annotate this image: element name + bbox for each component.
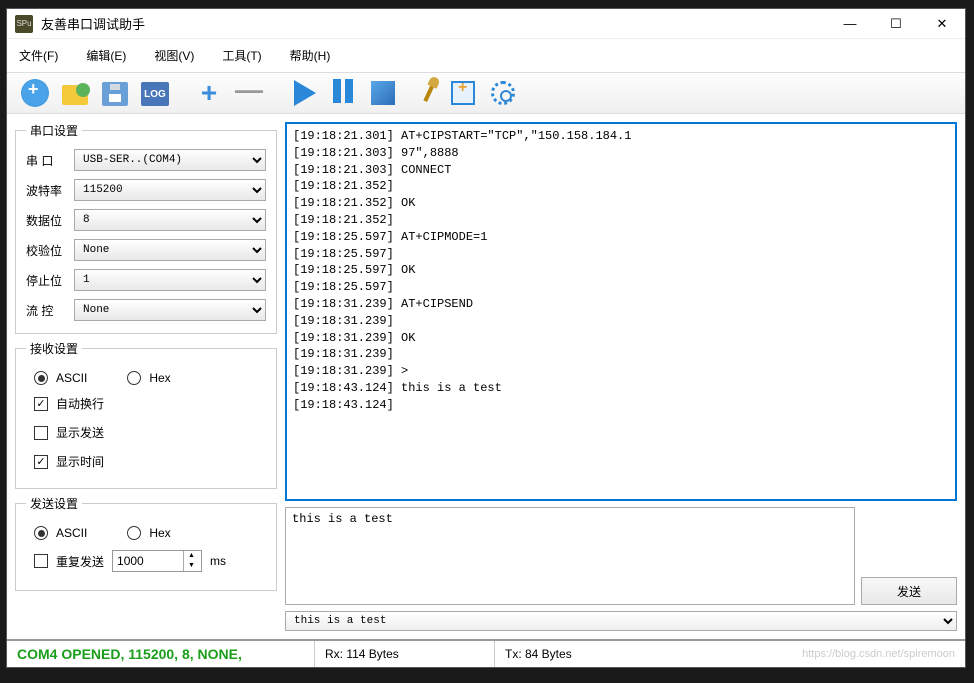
titlebar: SPu 友善串口调试助手 — ☐ ✕ bbox=[7, 9, 965, 39]
autowrap-checkbox[interactable]: 自动换行 bbox=[26, 389, 266, 418]
tb-clear-button[interactable] bbox=[403, 75, 443, 111]
toolbar: LOG + — bbox=[7, 72, 965, 114]
receive-settings-group: 接收设置 ASCII Hex 自动换行 bbox=[15, 340, 277, 489]
check-icon bbox=[34, 455, 48, 469]
content-area: 串口设置 串 口 USB-SER..(COM4) 波特率 115200 数据位 … bbox=[7, 114, 965, 639]
parity-label: 校验位 bbox=[26, 242, 66, 259]
send-button[interactable]: 发送 bbox=[861, 577, 957, 605]
baud-label: 波特率 bbox=[26, 182, 66, 199]
close-button[interactable]: ✕ bbox=[919, 9, 965, 39]
radio-icon bbox=[127, 371, 141, 385]
radio-checked-icon bbox=[34, 526, 48, 540]
menubar: 文件(F) 编辑(E) 视图(V) 工具(T) 帮助(H) bbox=[7, 39, 965, 72]
maximize-button[interactable]: ☐ bbox=[873, 9, 919, 39]
window-title: 友善串口调试助手 bbox=[41, 14, 827, 33]
tb-stop-button[interactable] bbox=[363, 75, 403, 111]
send-legend: 发送设置 bbox=[26, 495, 82, 512]
spin-up-icon[interactable]: ▲ bbox=[183, 551, 199, 561]
send-settings-group: 发送设置 ASCII Hex 重复发送 bbox=[15, 495, 277, 591]
check-icon bbox=[34, 426, 48, 440]
send-history-select[interactable]: this is a test bbox=[285, 611, 957, 631]
recv-hex-label: Hex bbox=[149, 371, 170, 385]
check-icon bbox=[34, 397, 48, 411]
tb-zoomout-button[interactable]: — bbox=[229, 75, 269, 111]
recv-hex-radio[interactable]: Hex bbox=[127, 371, 170, 385]
app-window: SPu 友善串口调试助手 — ☐ ✕ 文件(F) 编辑(E) 视图(V) 工具(… bbox=[6, 8, 966, 668]
tb-pause-button[interactable] bbox=[323, 75, 363, 111]
tb-open-button[interactable] bbox=[55, 75, 95, 111]
menu-edit[interactable]: 编辑(E) bbox=[86, 47, 126, 64]
status-connection: COM4 OPENED, 115200, 8, NONE, bbox=[7, 641, 315, 667]
status-rx: Rx: 114 Bytes bbox=[315, 641, 495, 667]
send-area: 发送 bbox=[285, 507, 957, 605]
recv-ascii-radio[interactable]: ASCII bbox=[34, 371, 87, 385]
send-hex-label: Hex bbox=[149, 526, 170, 540]
app-icon: SPu bbox=[15, 15, 33, 33]
serial-legend: 串口设置 bbox=[26, 122, 82, 139]
send-hex-radio[interactable]: Hex bbox=[127, 526, 170, 540]
statusbar: COM4 OPENED, 115200, 8, NONE, Rx: 114 By… bbox=[7, 639, 965, 667]
repeat-checkbox[interactable]: 重复发送 bbox=[34, 553, 104, 570]
recv-legend: 接收设置 bbox=[26, 340, 82, 357]
send-ascii-label: ASCII bbox=[56, 526, 87, 540]
menu-file[interactable]: 文件(F) bbox=[19, 47, 58, 64]
status-tx: Tx: 84 Bytes bbox=[495, 641, 675, 667]
recv-ascii-label: ASCII bbox=[56, 371, 87, 385]
tb-window-button[interactable] bbox=[443, 75, 483, 111]
tb-zoomin-button[interactable]: + bbox=[189, 75, 229, 111]
tb-play-button[interactable] bbox=[283, 75, 323, 111]
menu-help[interactable]: 帮助(H) bbox=[290, 47, 331, 64]
window-controls: — ☐ ✕ bbox=[827, 9, 965, 39]
radio-checked-icon bbox=[34, 371, 48, 385]
left-panel: 串口设置 串 口 USB-SER..(COM4) 波特率 115200 数据位 … bbox=[15, 122, 277, 631]
radio-icon bbox=[127, 526, 141, 540]
tb-save-button[interactable] bbox=[95, 75, 135, 111]
right-panel: [19:18:21.301] AT+CIPSTART="TCP","150.15… bbox=[285, 122, 957, 631]
stopbits-label: 停止位 bbox=[26, 272, 66, 289]
port-label: 串 口 bbox=[26, 152, 66, 169]
check-icon bbox=[34, 554, 48, 568]
serial-settings-group: 串口设置 串 口 USB-SER..(COM4) 波特率 115200 数据位 … bbox=[15, 122, 277, 334]
showtime-checkbox[interactable]: 显示时间 bbox=[26, 447, 266, 476]
send-ascii-radio[interactable]: ASCII bbox=[34, 526, 87, 540]
autowrap-label: 自动换行 bbox=[56, 395, 104, 412]
interval-spinner[interactable]: ▲ ▼ bbox=[112, 550, 202, 572]
flow-label: 流 控 bbox=[26, 302, 66, 319]
send-textarea[interactable] bbox=[285, 507, 855, 605]
tb-settings-button[interactable] bbox=[483, 75, 523, 111]
spin-down-icon[interactable]: ▼ bbox=[183, 561, 199, 571]
interval-input[interactable] bbox=[113, 554, 183, 568]
showtime-label: 显示时间 bbox=[56, 453, 104, 470]
interval-unit: ms bbox=[210, 554, 226, 568]
repeat-label: 重复发送 bbox=[56, 553, 104, 570]
flow-select[interactable]: None bbox=[74, 299, 266, 321]
menu-view[interactable]: 视图(V) bbox=[154, 47, 194, 64]
showsend-label: 显示发送 bbox=[56, 424, 104, 441]
receive-textarea[interactable]: [19:18:21.301] AT+CIPSTART="TCP","150.15… bbox=[285, 122, 957, 501]
watermark-text: https://blog.csdn.net/spiremoon bbox=[802, 648, 965, 660]
tb-connect-button[interactable] bbox=[15, 75, 55, 111]
tb-log-button[interactable]: LOG bbox=[135, 75, 175, 111]
port-select[interactable]: USB-SER..(COM4) bbox=[74, 149, 266, 171]
parity-select[interactable]: None bbox=[74, 239, 266, 261]
menu-tools[interactable]: 工具(T) bbox=[222, 47, 261, 64]
showsend-checkbox[interactable]: 显示发送 bbox=[26, 418, 266, 447]
minimize-button[interactable]: — bbox=[827, 9, 873, 39]
databits-label: 数据位 bbox=[26, 212, 66, 229]
stopbits-select[interactable]: 1 bbox=[74, 269, 266, 291]
databits-select[interactable]: 8 bbox=[74, 209, 266, 231]
baud-select[interactable]: 115200 bbox=[74, 179, 266, 201]
